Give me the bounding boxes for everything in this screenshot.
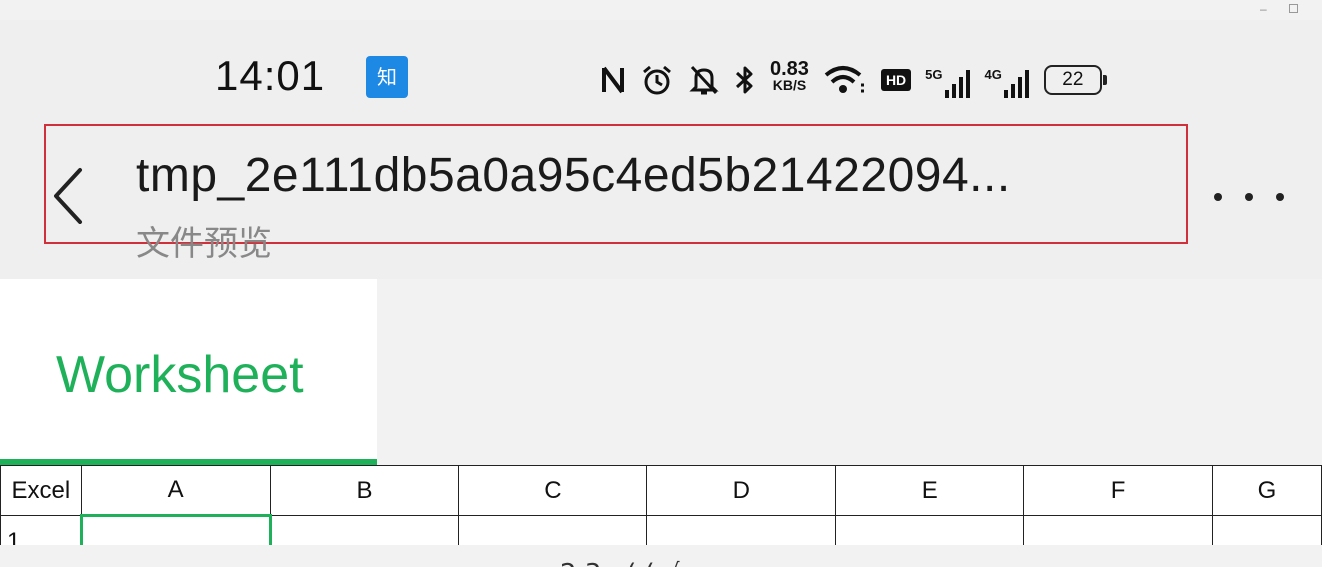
more-dot-icon: [1214, 193, 1222, 201]
signal-5g-label: 5G: [925, 67, 943, 82]
cell-b1[interactable]: [269, 515, 460, 545]
zhihu-app-icon: 知: [366, 56, 408, 98]
status-bar: 14:01 知 0.83 KB/S HD 5G 4G 22: [0, 20, 1322, 124]
column-header-g[interactable]: G: [1212, 465, 1322, 516]
row-header-1[interactable]: 1: [0, 515, 82, 545]
more-dot-icon: [1245, 193, 1253, 201]
cell-a1[interactable]: [79, 514, 272, 545]
signal-5g-icon: 5G: [925, 60, 970, 100]
column-header-d[interactable]: D: [646, 465, 837, 516]
signal-4g-label: 4G: [984, 67, 1002, 82]
table-row: 1: [0, 514, 1322, 545]
file-preview-subtitle: 文件预览: [136, 224, 272, 264]
cell-f1[interactable]: [1023, 515, 1214, 545]
maximize-button[interactable]: [1289, 4, 1298, 13]
minimize-button[interactable]: –: [1260, 2, 1267, 16]
wifi-icon: [823, 60, 867, 100]
mute-bell-icon: [688, 60, 720, 100]
bottom-bar: 2 3 . ( ( √: [0, 545, 1322, 567]
more-dot-icon: [1276, 193, 1284, 201]
window-controls: –: [1242, 0, 1322, 20]
cell-c1[interactable]: [458, 515, 648, 545]
column-header-f[interactable]: F: [1023, 465, 1214, 516]
cell-e1[interactable]: [835, 515, 1025, 545]
sheet-tab-bar: Worksheet: [0, 279, 1322, 465]
file-title: tmp_2e111db5a0a95c4ed5b21422094...: [136, 149, 1011, 202]
corner-cell: Excel: [0, 465, 82, 516]
column-header-row: Excel A B C D E F G: [0, 465, 1322, 516]
spreadsheet-table: Excel A B C D E F G 1: [0, 465, 1322, 545]
status-icons: 0.83 KB/S HD 5G 4G 22: [600, 50, 1116, 110]
chevron-left-icon: [54, 168, 82, 224]
column-header-c[interactable]: C: [458, 465, 648, 516]
more-options-button[interactable]: [1214, 182, 1284, 212]
spreadsheet-grid: Excel A B C D E F G 1: [0, 465, 1322, 545]
bluetooth-icon: [734, 60, 756, 100]
netspeed-indicator: 0.83 KB/S: [770, 59, 809, 100]
alarm-icon: [640, 60, 674, 100]
column-header-e[interactable]: E: [835, 465, 1025, 516]
column-header-b[interactable]: B: [269, 465, 460, 516]
nfc-icon: [600, 60, 626, 100]
bottom-bar-text: 2 3 . ( ( √: [560, 559, 680, 567]
battery-level: 22: [1043, 65, 1107, 95]
preview-header: tmp_2e111db5a0a95c4ed5b21422094... 文件预览: [0, 124, 1322, 279]
battery-icon: 22: [1043, 60, 1107, 100]
status-time: 14:01: [215, 52, 326, 99]
netspeed-unit: KB/S: [772, 77, 807, 93]
hd-badge: HD: [880, 69, 912, 91]
column-header-a[interactable]: A: [80, 465, 271, 516]
tab-worksheet-label: Worksheet: [56, 346, 304, 404]
tab-worksheet[interactable]: Worksheet: [0, 279, 377, 465]
back-button[interactable]: [48, 164, 88, 224]
cell-d1[interactable]: [646, 515, 837, 545]
cell-g1[interactable]: [1212, 515, 1322, 545]
signal-4g-icon: 4G: [985, 60, 1030, 100]
hd-icon: HD: [880, 60, 912, 100]
